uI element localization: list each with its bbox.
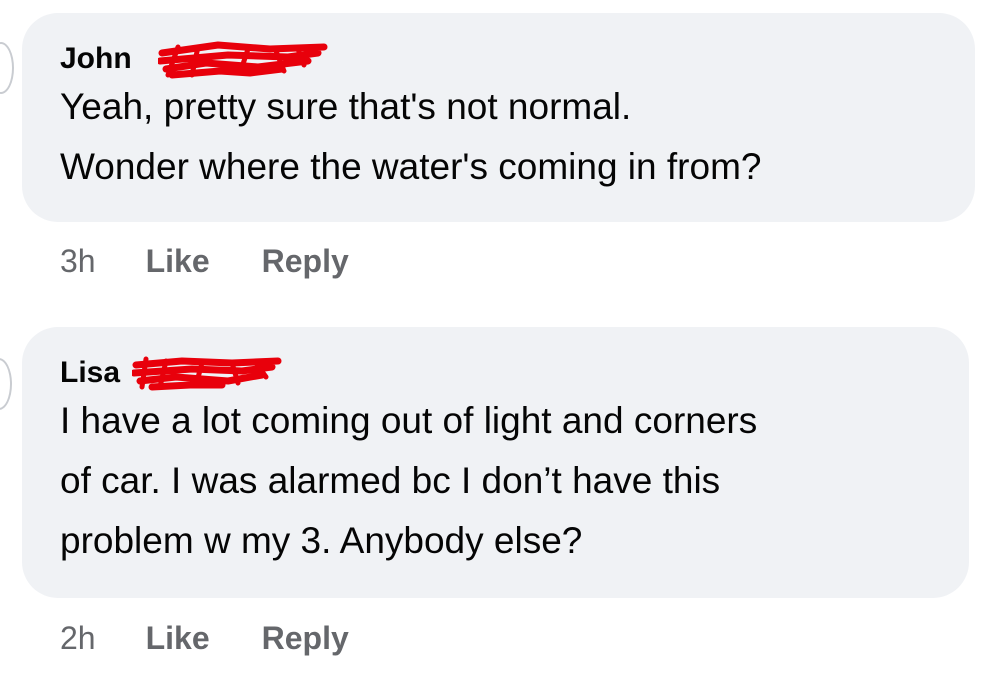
comment-author[interactable]: John [60,42,132,75]
comment-text-line: problem w my 3. Anybody else? [60,520,583,561]
reply-button[interactable]: Reply [262,620,349,657]
comment-timestamp[interactable]: 3h [60,243,96,280]
comment-actions: 2h Like Reply [60,616,401,660]
comment-text-line: Wonder where the water's coming in from? [60,146,762,187]
comment-bubble: John Yeah, pretty sure that's not normal… [22,13,975,222]
redaction-scribble [132,356,282,391]
author-row: John [60,41,955,79]
avatar[interactable] [0,42,14,94]
reply-button[interactable]: Reply [262,243,349,280]
author-row: Lisa [60,355,949,391]
avatar[interactable] [0,358,12,410]
comment-author[interactable]: Lisa [60,356,120,389]
comment-timestamp[interactable]: 2h [60,620,96,657]
like-button[interactable]: Like [146,620,210,657]
comment-text-line: of car. I was alarmed bc I don’t have th… [60,460,721,501]
like-button[interactable]: Like [146,243,210,280]
comment-item: Lisa I have a lot coming out of light an… [0,300,995,692]
redaction-scribble [158,41,328,79]
comment-item: John Yeah, pretty sure that's not normal… [0,0,995,300]
comment-text-line: I have a lot coming out of light and cor… [60,400,758,441]
comment-actions: 3h Like Reply [60,239,401,283]
comment-bubble: Lisa I have a lot coming out of light an… [22,327,969,598]
comment-text-line: Yeah, pretty sure that's not normal. [60,86,632,127]
